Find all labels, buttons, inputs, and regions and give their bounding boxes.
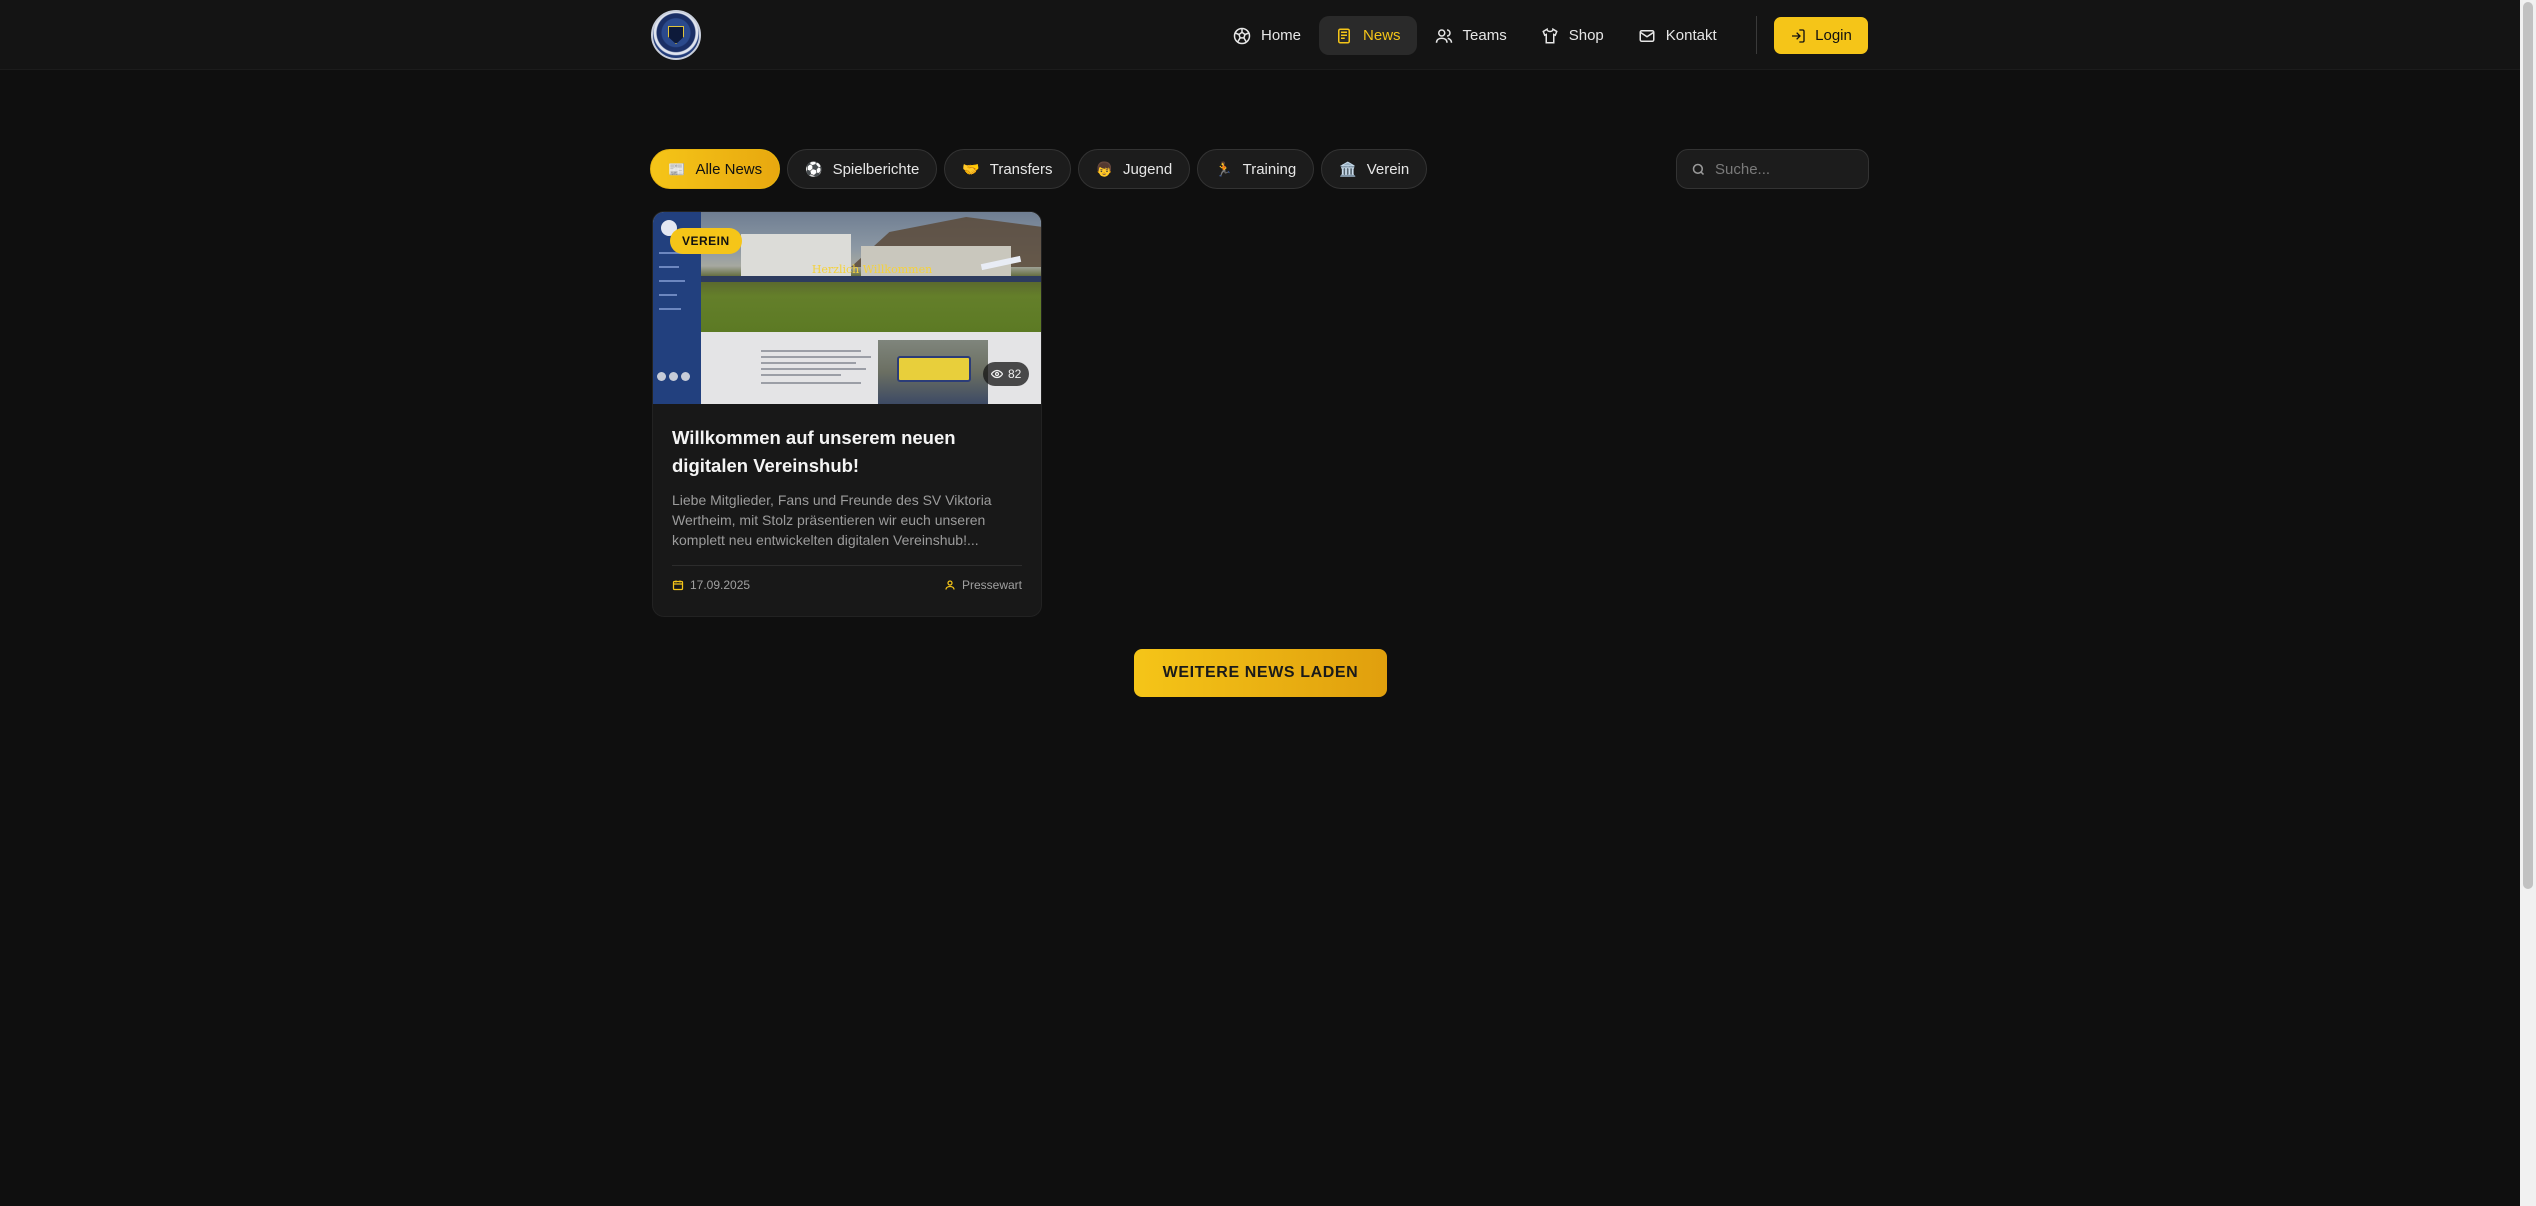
- site-header: Home News Teams Shop Kontakt Login: [0, 0, 2520, 70]
- view-count: 82: [983, 362, 1030, 386]
- nav-label: News: [1363, 27, 1401, 44]
- filter-label: Training: [1242, 160, 1297, 178]
- filter-jugend[interactable]: 👦 Jugend: [1077, 149, 1191, 189]
- image-welcome-text: Herzlich Willkommen: [811, 263, 933, 276]
- eye-icon: [991, 369, 1003, 379]
- news-card-title[interactable]: Willkommen auf unserem neuen digitalen V…: [672, 424, 1022, 480]
- nav-label: Teams: [1462, 27, 1507, 44]
- filter-verein[interactable]: 🏛️ Verein: [1321, 149, 1428, 189]
- search-box: [1676, 149, 1869, 189]
- filter-training[interactable]: 🏃 Training: [1197, 149, 1315, 189]
- nav-item-teams[interactable]: Teams: [1419, 16, 1523, 55]
- nav-item-shop[interactable]: Shop: [1525, 16, 1620, 55]
- users-icon: [1435, 28, 1452, 43]
- club-crest-icon: [668, 26, 684, 44]
- news-date: 17.09.2025: [672, 578, 750, 592]
- main-nav: Home News Teams Shop Kontakt: [1217, 16, 1733, 55]
- news-card-body: Willkommen auf unserem neuen digitalen V…: [653, 404, 1041, 592]
- image-stadium-photo: Herzlich Willkommen: [701, 212, 1041, 332]
- news-author: Pressewart: [944, 578, 1022, 592]
- newspaper-icon: [1338, 28, 1351, 43]
- nav-item-kontakt[interactable]: Kontakt: [1622, 16, 1733, 55]
- handshake-emoji-icon: 🤝: [962, 160, 980, 177]
- soccer-ball-icon: [1233, 27, 1251, 44]
- filter-alle-news[interactable]: 📰 Alle News: [650, 149, 781, 189]
- news-author-value: Pressewart: [961, 578, 1022, 592]
- club-logo[interactable]: [651, 10, 701, 60]
- building-emoji-icon: 🏛️: [1339, 160, 1357, 177]
- newspaper-emoji-icon: 📰: [668, 160, 686, 177]
- news-card-excerpt: Liebe Mitglieder, Fans und Freunde des S…: [672, 492, 992, 548]
- login-icon: [1792, 28, 1805, 43]
- filter-transfers[interactable]: 🤝 Transfers: [944, 149, 1071, 189]
- nav-item-news[interactable]: News: [1319, 16, 1417, 55]
- news-card[interactable]: Herzlich Willkommen VEREIN 82 Willkommen…: [652, 211, 1042, 617]
- user-icon: [945, 580, 955, 590]
- filter-label: Spielberichte: [832, 160, 920, 178]
- news-date-value: 17.09.2025: [690, 578, 751, 592]
- search-input[interactable]: [1715, 160, 1855, 178]
- login-label: Login: [1815, 27, 1852, 44]
- view-count-value: 82: [1008, 367, 1022, 381]
- scrollbar-thumb[interactable]: [2523, 2, 2533, 889]
- soccer-emoji-icon: ⚽: [805, 160, 823, 177]
- mail-icon: [1639, 29, 1655, 42]
- nav-item-home[interactable]: Home: [1217, 16, 1317, 55]
- filter-label: Verein: [1366, 160, 1410, 178]
- search-icon: [1692, 163, 1705, 175]
- boy-emoji-icon: 👦: [1095, 160, 1113, 177]
- nav-label: Shop: [1568, 27, 1604, 44]
- news-card-image: Herzlich Willkommen VEREIN 82: [653, 212, 1041, 404]
- news-card-meta: 17.09.2025 Pressewart: [672, 578, 1022, 592]
- header-divider: [1756, 16, 1757, 54]
- filter-label: Transfers: [989, 160, 1053, 178]
- category-filters: 📰 Alle News ⚽ Spielberichte 🤝 Transfers …: [650, 149, 1428, 189]
- login-button[interactable]: Login: [1774, 17, 1868, 54]
- calendar-icon: [672, 580, 684, 591]
- runner-emoji-icon: 🏃: [1215, 160, 1233, 177]
- filter-spielberichte[interactable]: ⚽ Spielberichte: [787, 149, 938, 189]
- nav-label: Kontakt: [1665, 27, 1717, 44]
- nav-label: Home: [1261, 27, 1302, 44]
- card-divider: [672, 565, 1022, 566]
- filter-label: Jugend: [1122, 160, 1173, 178]
- filter-label: Alle News: [695, 160, 763, 178]
- load-more-button[interactable]: WEITERE NEWS LADEN: [1134, 649, 1387, 697]
- shirt-icon: [1542, 27, 1558, 43]
- category-badge: VEREIN: [670, 228, 742, 254]
